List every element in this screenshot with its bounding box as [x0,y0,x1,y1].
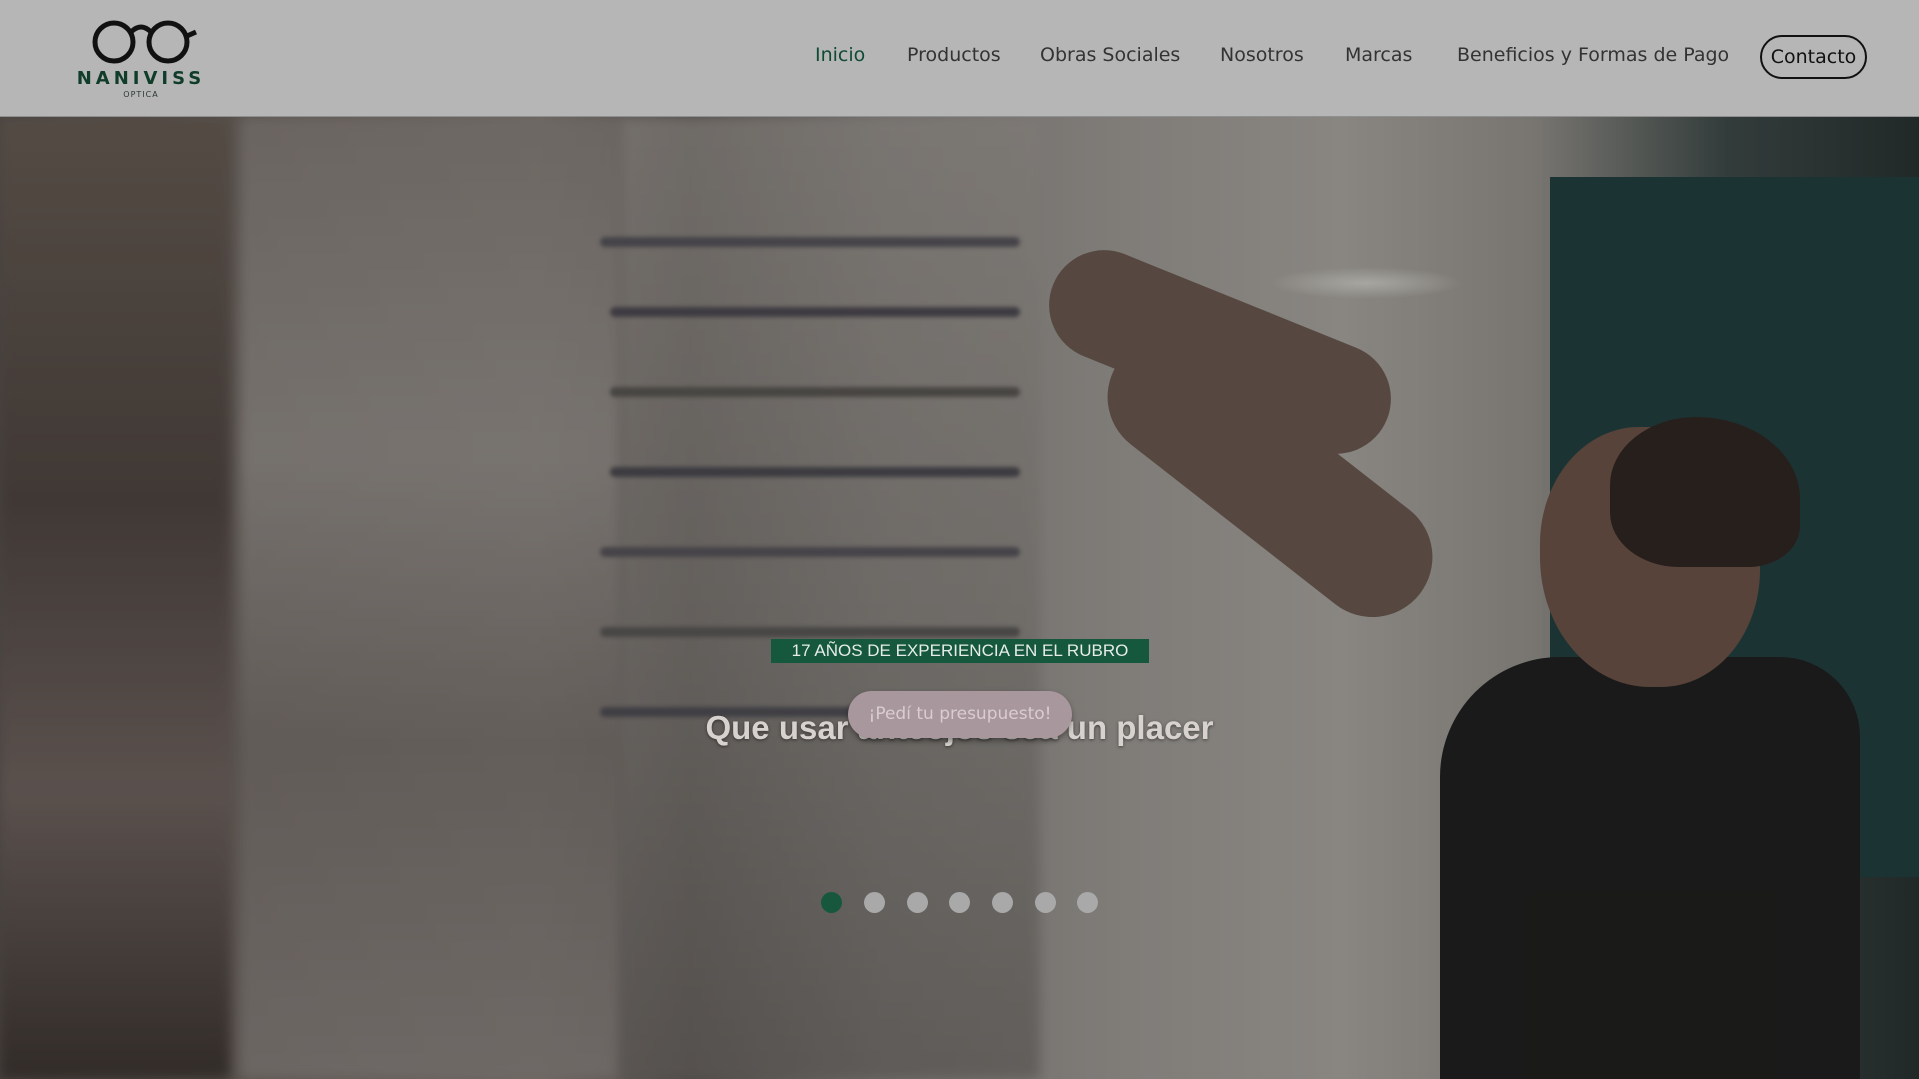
contact-button[interactable]: Contacto [1760,35,1867,79]
slider-dot-1[interactable] [821,892,842,913]
nav-item-obras-sociales[interactable]: Obras Sociales [1040,44,1180,66]
slider-dot-2[interactable] [864,892,885,913]
brand-subtitle: OPTICA [123,90,159,99]
main-nav: Inicio Productos Obras Sociales Nosotros… [0,44,1919,74]
nav-item-beneficios[interactable]: Beneficios y Formas de Pago [1457,44,1729,66]
slider-dot-6[interactable] [1035,892,1056,913]
slider-dot-4[interactable] [949,892,970,913]
slider-dot-3[interactable] [907,892,928,913]
quote-request-button[interactable]: ¡Pedí tu presupuesto! [848,691,1072,738]
nav-item-productos[interactable]: Productos [907,44,1001,66]
hero-subtitle: 17 AÑOS DE EXPERIENCIA EN EL RUBRO [771,639,1149,663]
site-header: NANIVISS OPTICA Inicio Productos Obras S… [0,0,1919,117]
nav-item-inicio[interactable]: Inicio [815,44,865,66]
slider-dot-7[interactable] [1077,892,1098,913]
hero-slider: Que usar anteojos sea un placer [0,117,1919,1079]
nav-item-nosotros[interactable]: Nosotros [1220,44,1304,66]
hero-dim-overlay [0,117,1919,1079]
slider-dot-5[interactable] [992,892,1013,913]
nav-item-marcas[interactable]: Marcas [1345,44,1412,66]
slider-dots [0,892,1919,914]
